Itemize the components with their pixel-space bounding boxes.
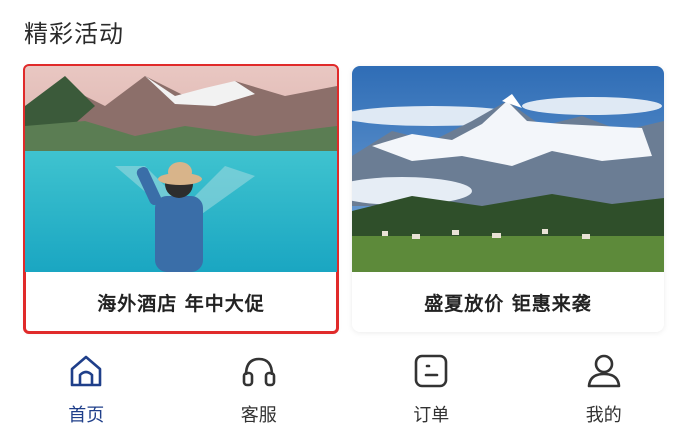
- activity-card-overseas-hotel[interactable]: 海外酒店 年中大促: [23, 64, 339, 334]
- tab-orders[interactable]: 订单: [345, 345, 518, 435]
- section-title: 精彩活动: [24, 20, 124, 48]
- card-label: 盛夏放价 钜惠来袭: [424, 292, 592, 315]
- tab-label: 客服: [240, 405, 277, 426]
- tab-customer-service[interactable]: 客服: [173, 345, 346, 435]
- tab-label: 我的: [585, 405, 622, 426]
- tab-profile[interactable]: 我的: [518, 345, 690, 435]
- home-icon: [70, 355, 102, 387]
- tab-home[interactable]: 首页: [0, 345, 173, 435]
- bottom-tab-bar: 首页 客服 订单 我的: [0, 345, 690, 435]
- lake-traveler-photo: [25, 66, 337, 272]
- tab-label: 订单: [413, 405, 450, 426]
- headset-icon: [242, 357, 276, 387]
- card-label: 海外酒店 年中大促: [97, 292, 265, 315]
- tab-label: 首页: [68, 405, 105, 426]
- activity-card-summer-sale[interactable]: 盛夏放价 钜惠来袭: [352, 66, 664, 332]
- user-icon: [587, 354, 621, 388]
- snow-mountain-photo: [352, 66, 664, 272]
- order-icon: [414, 354, 448, 388]
